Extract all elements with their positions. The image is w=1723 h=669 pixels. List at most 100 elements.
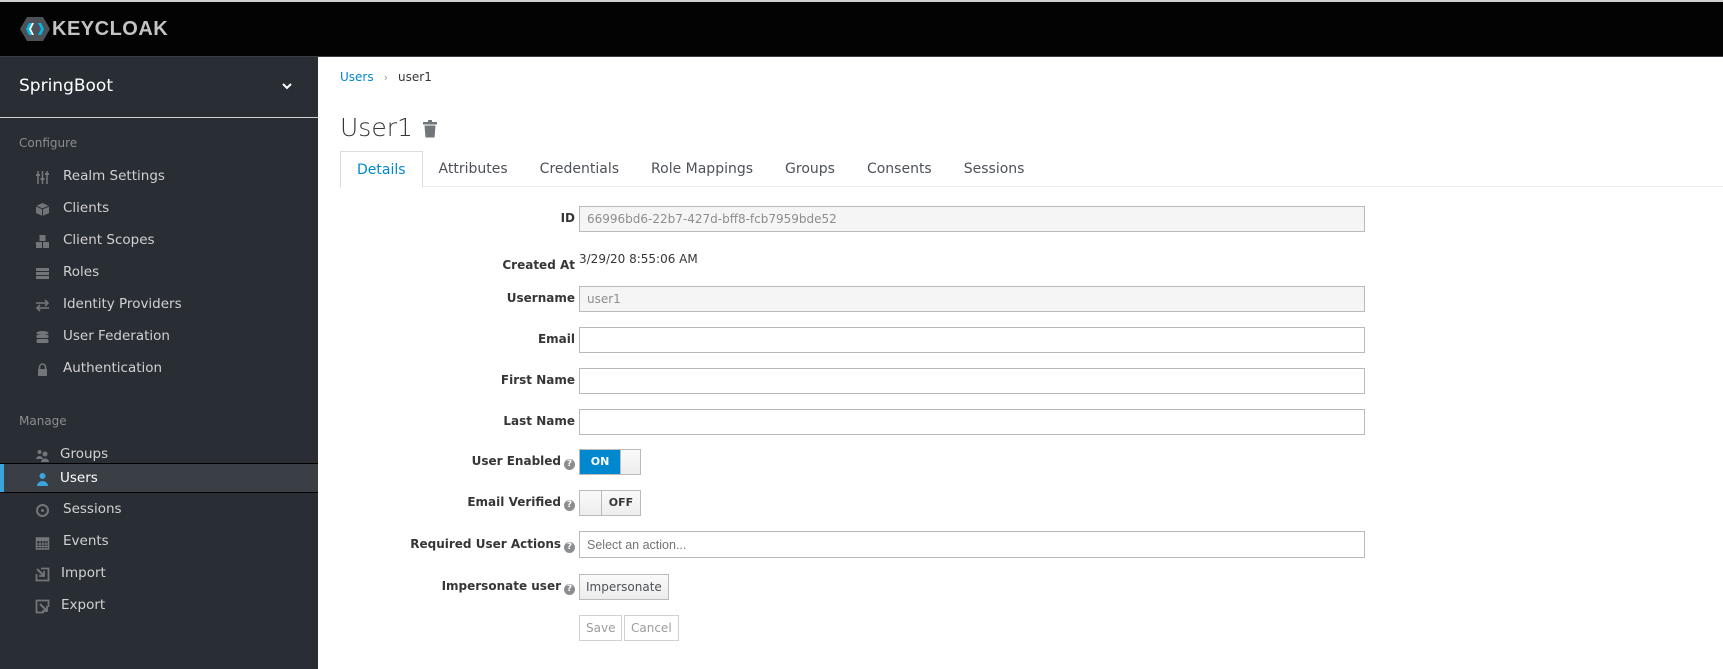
sidebar-item-label: Realm Settings [63,168,165,184]
form-row-username: Username [318,286,1723,312]
email-field[interactable] [579,327,1365,353]
form-row-required-actions: Required User Actions? [318,531,1723,558]
user-tabs: Details Attributes Credentials Role Mapp… [340,151,1723,188]
list-icon [36,268,49,279]
sidebar-item-client-scopes[interactable]: Client Scopes [0,226,318,256]
main-content: Users › user1 User1 Details Attributes C… [318,57,1723,669]
section-label-manage: Manage [19,414,67,428]
email-verified-label-text: Email Verified [467,495,561,509]
sidebar-item-user-federation[interactable]: User Federation [0,322,318,352]
delete-user-trash-icon[interactable] [422,120,438,138]
save-button[interactable]: Save [579,615,623,641]
user-enabled-toggle[interactable]: ON [579,449,641,475]
sidebar-item-identity-providers[interactable]: Identity Providers [0,290,318,320]
toggle-knob [620,450,640,474]
page-title: User1 [340,113,413,142]
form-row-email-verified: Email Verified? OFF [318,490,1723,516]
user-enabled-label-text: User Enabled [471,454,561,468]
breadcrumb-users-link[interactable]: Users [340,70,374,84]
chevron-down-icon [282,83,292,90]
sidebar-item-label: User Federation [63,328,170,344]
masthead: KEYCLOAK [0,0,1723,57]
toggle-off-label: OFF [602,491,640,515]
sidebar-item-roles[interactable]: Roles [0,258,318,288]
user-enabled-label: User Enabled? [472,454,575,470]
sidebar-item-clients[interactable]: Clients [0,194,318,224]
form-actions: Save Cancel [318,615,1723,641]
export-icon [35,599,50,614]
email-label: Email [537,332,575,346]
sliders-icon [36,171,49,184]
tab-groups[interactable]: Groups [769,151,851,187]
tab-role-mappings[interactable]: Role Mappings [635,151,769,187]
required-actions-select[interactable] [579,531,1365,558]
tab-attributes[interactable]: Attributes [423,151,524,187]
form-row-last-name: Last Name [318,409,1723,435]
form-row-first-name: First Name [318,368,1723,394]
help-icon[interactable]: ? [564,500,575,511]
first-name-field[interactable] [579,368,1365,394]
sidebar-item-label: Clients [63,200,110,216]
help-icon[interactable]: ? [564,459,575,470]
sidebar-item-label: Sessions [63,501,122,517]
tab-credentials[interactable]: Credentials [524,151,635,187]
keycloak-logo[interactable]: KEYCLOAK [20,17,168,41]
lock-icon [38,363,47,376]
sidebar-item-label: Client Scopes [63,232,155,248]
impersonate-button[interactable]: Impersonate [579,574,669,600]
tab-sessions[interactable]: Sessions [948,151,1041,187]
exchange-icon [35,299,50,312]
database-icon [36,331,49,343]
sidebar-item-label: Events [63,533,109,549]
last-name-label: Last Name [503,414,575,428]
required-actions-label: Required User Actions? [410,537,575,553]
impersonate-label-text: Impersonate user [441,579,561,593]
realm-selector[interactable]: SpringBoot [0,57,318,118]
realm-name: SpringBoot [19,76,113,96]
import-icon [35,567,50,582]
sidebar-item-users[interactable]: Users [0,463,318,493]
breadcrumb-separator: › [383,70,389,84]
email-verified-toggle[interactable]: OFF [579,490,641,516]
sidebar-item-label: Roles [63,264,100,280]
section-label-configure: Configure [19,136,78,150]
id-field[interactable] [579,206,1365,232]
username-label: Username [506,291,575,305]
cubes-icon [36,235,49,248]
form-row-impersonate: Impersonate user? Impersonate [318,574,1723,600]
sidebar-item-label: Export [61,597,106,613]
user-icon [37,473,48,486]
first-name-label: First Name [500,373,575,387]
form-row-user-enabled: User Enabled? ON [318,449,1723,475]
breadcrumb-current: user1 [398,70,432,84]
id-label: ID [560,211,575,225]
email-verified-label: Email Verified? [467,495,575,511]
sidebar-item-authentication[interactable]: Authentication [0,354,318,384]
sidebar-item-events[interactable]: Events [0,527,318,557]
sidebar-item-sessions[interactable]: Sessions [0,495,318,525]
sidebar-item-label: Authentication [63,360,163,376]
sidebar-item-realm-settings[interactable]: Realm Settings [0,162,318,192]
calendar-icon [35,537,50,550]
sidebar-item-label: Import [61,565,106,581]
help-icon[interactable]: ? [564,542,575,553]
sidebar-item-label: Groups [60,446,109,462]
created-at-label: Created At [502,258,575,272]
tab-consents[interactable]: Consents [851,151,948,187]
sidebar: SpringBoot Configure Realm Settings Clie… [0,57,318,669]
sidebar-item-import[interactable]: Import [0,559,318,589]
tab-details[interactable]: Details [340,151,423,188]
breadcrumb: Users › user1 [340,70,432,84]
help-icon[interactable]: ? [564,584,575,595]
last-name-field[interactable] [579,409,1365,435]
cancel-button[interactable]: Cancel [624,615,679,641]
cube-icon [35,203,50,216]
toggle-on-label: ON [580,450,620,474]
brand-text: KEYCLOAK [52,17,169,40]
created-at-value: 3/29/20 8:55:06 AM [579,252,698,266]
sidebar-item-export[interactable]: Export [0,591,318,621]
sidebar-item-label: Users [60,470,98,486]
impersonate-label: Impersonate user? [442,579,575,595]
required-actions-label-text: Required User Actions [410,537,561,551]
username-field[interactable] [579,286,1365,312]
